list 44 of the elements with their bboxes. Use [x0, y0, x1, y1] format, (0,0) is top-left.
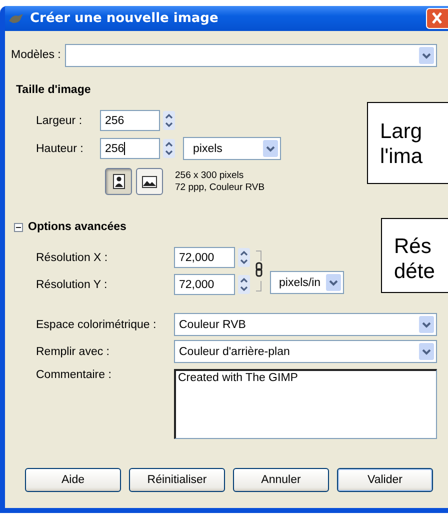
window-title: Créer une nouvelle image	[30, 11, 220, 26]
callout-text: Rés	[394, 234, 432, 259]
field-label: Modèles :	[10, 49, 62, 61]
image-info-text: 72 ppp, Couleur RVB	[175, 182, 265, 194]
fill-dropdown[interactable]: Couleur d'arrière-plan	[174, 340, 437, 363]
resolution-unit-dropdown[interactable]: pixels/in	[270, 271, 344, 294]
color-space-dropdown[interactable]: Couleur RVB	[174, 313, 437, 336]
callout-text: déte	[394, 259, 436, 284]
field-label: Résolution Y :	[36, 278, 108, 290]
comment-field[interactable]: Created with The GIMP	[174, 369, 437, 439]
dialog-button[interactable]: Valider	[337, 468, 433, 492]
field-label: Hauteur :	[36, 142, 84, 154]
portrait-icon	[112, 174, 124, 189]
spinner-arrows-icon[interactable]	[238, 275, 250, 294]
dialog-button[interactable]: Réinitialiser	[129, 468, 225, 492]
field-label: Commentaire :	[36, 369, 112, 381]
spinner-arrows-icon[interactable]	[163, 139, 175, 158]
dialog-button[interactable]: Annuler	[233, 468, 329, 492]
collapse-icon[interactable]	[14, 222, 23, 232]
field-label: Largeur :	[36, 114, 84, 126]
spinner-arrows-icon[interactable]	[163, 111, 175, 130]
unit-dropdown[interactable]: pixels	[183, 137, 281, 160]
app-icon	[8, 12, 24, 24]
dialog-button[interactable]: Aide	[25, 468, 121, 492]
width-field[interactable]: 256	[100, 110, 160, 131]
callout-text: Larg	[380, 119, 424, 144]
callout-text: l'ima	[380, 144, 424, 169]
text-cursor	[124, 142, 126, 155]
chain-link-icon[interactable]	[255, 249, 264, 293]
y-resolution-field[interactable]: 72,000	[174, 274, 235, 295]
field-label: Remplir avec :	[36, 346, 110, 358]
x-resolution-field[interactable]: 72,000	[174, 247, 235, 268]
close-icon[interactable]	[426, 8, 448, 29]
portrait-button[interactable]	[105, 168, 132, 195]
field-label: Espace colorimétrique :	[36, 318, 158, 330]
section-heading: Options avancées	[28, 221, 126, 233]
image-info-text: 256 x 300 pixels	[175, 170, 245, 182]
field-label: Résolution X :	[36, 252, 109, 264]
spinner-arrows-icon[interactable]	[238, 248, 250, 267]
height-field[interactable]: 256	[100, 138, 160, 159]
section-heading: Taille d'image	[16, 84, 92, 96]
template-dropdown[interactable]	[65, 44, 437, 66]
landscape-button[interactable]	[136, 168, 163, 195]
landscape-icon	[142, 176, 157, 188]
